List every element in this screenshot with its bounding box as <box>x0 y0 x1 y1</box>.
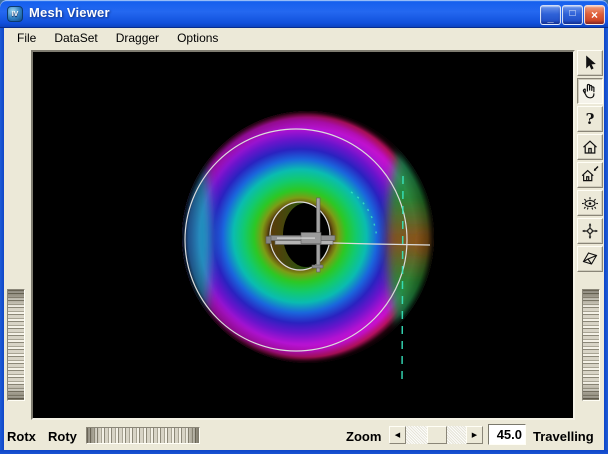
window-border-bottom <box>0 450 608 454</box>
left-arrow-icon: ◀ <box>394 432 401 439</box>
pointer-arrow-icon <box>586 55 596 70</box>
right-arrow-icon: ▶ <box>471 432 478 439</box>
menu-options[interactable]: Options <box>168 29 227 48</box>
menu-dragger[interactable]: Dragger <box>107 29 168 48</box>
mesh-viewer-window: IV Mesh Viewer _ □ × File DataSet Dragge… <box>0 0 608 454</box>
zoom-value-field[interactable] <box>488 424 526 445</box>
roty-thumbwheel[interactable] <box>86 427 200 444</box>
zoom-scroll-track[interactable] <box>406 426 466 444</box>
close-button[interactable]: × <box>584 5 605 25</box>
window-border-right <box>604 28 608 450</box>
home-view-button[interactable] <box>577 134 603 160</box>
camera-type-button[interactable] <box>577 246 603 272</box>
help-button[interactable]: ? <box>577 106 603 132</box>
zoom-scroll-right-button[interactable]: ▶ <box>466 426 483 444</box>
maximize-button[interactable]: □ <box>562 5 583 25</box>
question-mark-icon: ? <box>585 109 595 128</box>
perspective-frustum-icon <box>582 252 598 265</box>
home-icon <box>583 140 597 154</box>
zoom-scroll-thumb[interactable] <box>427 426 447 444</box>
set-home-view-button[interactable] <box>577 162 603 188</box>
view-all-button[interactable] <box>577 190 603 216</box>
home-with-arrow-icon <box>581 166 599 182</box>
rotx-thumbwheel[interactable] <box>7 289 25 401</box>
seek-button[interactable] <box>577 218 603 244</box>
pick-mode-button[interactable] <box>577 50 603 76</box>
window-border-left <box>0 28 4 450</box>
seek-crosshair-icon <box>582 223 598 239</box>
roty-label: Roty <box>48 429 77 444</box>
torus-scene <box>182 111 434 385</box>
view-mode-button[interactable] <box>577 78 603 104</box>
mode-label: Travelling <box>533 429 594 444</box>
render-viewport[interactable] <box>31 50 575 420</box>
menu-dataset[interactable]: DataSet <box>45 29 106 48</box>
menubar: File DataSet Dragger Options <box>4 28 604 48</box>
dolly-thumbwheel[interactable] <box>582 289 600 401</box>
menu-file[interactable]: File <box>8 29 45 48</box>
zoom-label: Zoom <box>346 429 382 444</box>
window-title: Mesh Viewer <box>29 5 110 20</box>
zoom-scroll-left-button[interactable]: ◀ <box>389 426 406 444</box>
app-icon: IV <box>7 6 23 22</box>
zoom-scrollbar[interactable]: ◀ ▶ <box>389 426 483 444</box>
minimize-button[interactable]: _ <box>540 5 561 25</box>
eye-starburst-icon <box>582 197 598 210</box>
pan-hand-icon <box>582 83 595 99</box>
titlebar[interactable]: IV Mesh Viewer _ □ × <box>0 0 608 28</box>
rotx-label: Rotx <box>7 429 36 444</box>
